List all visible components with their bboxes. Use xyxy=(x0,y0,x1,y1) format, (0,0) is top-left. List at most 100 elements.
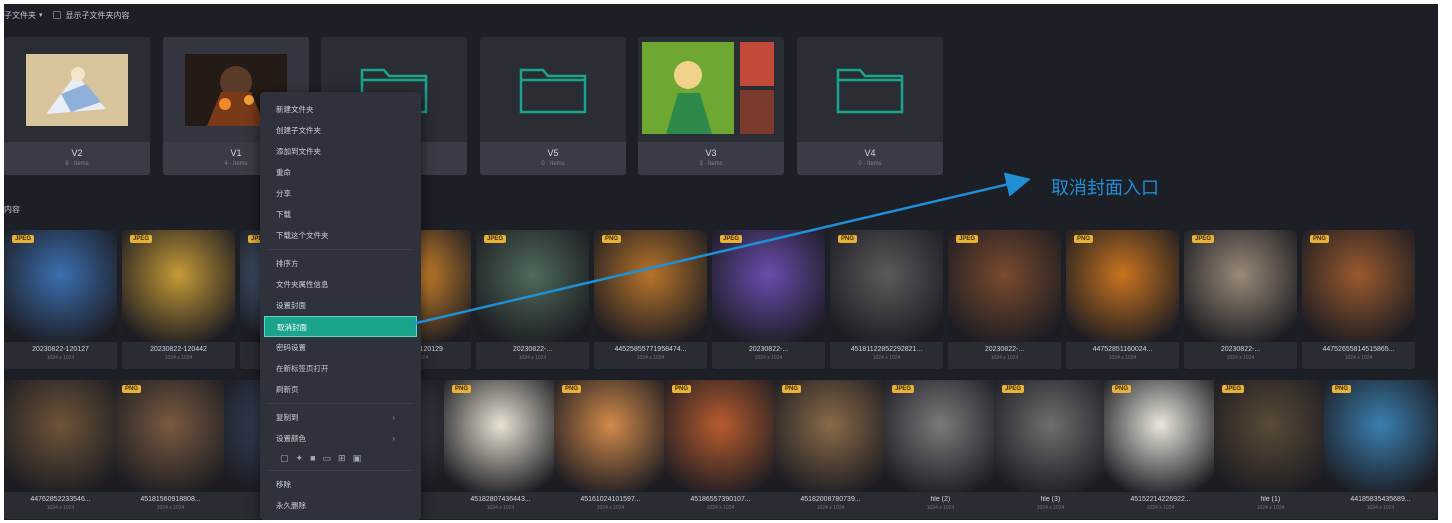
folder-name: V5 xyxy=(547,148,559,158)
image-thumbnail xyxy=(122,230,235,342)
format-badge: PNG xyxy=(562,385,582,393)
menu-item[interactable]: 刷新页 xyxy=(260,379,421,400)
format-badge: PNG xyxy=(122,385,142,393)
image-thumbnail xyxy=(1214,380,1327,492)
menu-item[interactable]: 文件夹属性信息 xyxy=(260,274,421,295)
format-badge: JPEG xyxy=(1192,235,1215,243)
image-dimensions: 1024 x 1024 xyxy=(46,355,75,361)
image-card[interactable]: PNG 44185835435689... 1024 x 1024 xyxy=(1324,380,1437,519)
subfolder-filter-dropdown[interactable]: 子文件夹 ▾ xyxy=(4,10,43,21)
menu-divider xyxy=(268,470,413,471)
image-name: 45186557390107... xyxy=(690,496,751,503)
image-card[interactable]: PNG 45152214226922... 1024 x 1024 xyxy=(1104,380,1217,519)
image-card[interactable]: JPEG 20230822-... 1024 x 1024 xyxy=(712,230,825,369)
image-thumbnail xyxy=(1104,380,1217,492)
image-card[interactable]: JPEG 20230822-... 1024 x 1024 xyxy=(1184,230,1297,369)
menu-item-label: 在新标签页打开 xyxy=(276,364,329,373)
annotation-label: 取消封面入口 xyxy=(1051,178,1159,199)
menu-item[interactable]: 添加到文件夹 xyxy=(260,141,421,162)
menu-item[interactable]: 分享 xyxy=(260,183,421,204)
menu-item-label: 分享 xyxy=(276,189,291,198)
folder-card-v5[interactable]: V5 0 · Items xyxy=(480,37,626,175)
image-card[interactable]: PNG 45182008780739... 1024 x 1024 xyxy=(774,380,887,519)
image-card[interactable]: PNG 45161024101597... 1024 x 1024 xyxy=(554,380,667,519)
folder-name: V4 xyxy=(864,148,876,158)
image-name: 20230822-120442 xyxy=(150,346,207,353)
square-icon[interactable]: ■ xyxy=(310,453,315,463)
menu-item[interactable]: 下载 xyxy=(260,204,421,225)
image-dimensions: 1024 x 1024 xyxy=(486,505,515,511)
folder-icon xyxy=(797,37,943,142)
menu-item[interactable]: 下载这个文件夹 xyxy=(260,225,421,246)
image-card[interactable]: JPEG 20230822-120442 1024 x 1024 xyxy=(122,230,235,369)
image-card[interactable]: JPEG 20230822-... 1024 x 1024 xyxy=(948,230,1061,369)
image-card[interactable]: JPEG file (1) 1024 x 1024 xyxy=(1214,380,1327,519)
image-dimensions: 1024 x 1024 xyxy=(636,355,665,361)
menu-item[interactable]: 移除 xyxy=(260,474,421,495)
menu-item-label: 添加到文件夹 xyxy=(276,147,321,156)
image-card[interactable]: PNG 45181560918808... 1024 x 1024 xyxy=(114,380,227,519)
image-thumbnail xyxy=(4,230,117,342)
image-card[interactable]: PNG 44752655814515865... 1024 x 1024 xyxy=(1302,230,1415,369)
folder-card-v2[interactable]: V2 6 · Items xyxy=(4,37,150,175)
image-name: 44185835435689... xyxy=(1350,496,1411,503)
menu-item-label: 刷新页 xyxy=(276,385,299,394)
menu-item[interactable]: 重命 xyxy=(260,162,421,183)
menu-item[interactable]: 永久删除 xyxy=(260,495,421,516)
checkbox[interactable] xyxy=(52,11,61,19)
show-subfolder-content-label: 显示子文件夹内容 xyxy=(65,10,130,20)
image-name: 20230822-... xyxy=(1220,346,1261,353)
image-name: 44752851160024... xyxy=(1092,346,1153,353)
grid-icon[interactable]: ⊞ xyxy=(338,453,346,464)
format-badge: JPEG xyxy=(484,235,507,243)
image-card[interactable]: PNG 45186557390107... 1024 x 1024 xyxy=(664,380,777,519)
menu-item[interactable]: 在新标签页打开 xyxy=(260,358,421,379)
menu-item-remove-cover[interactable]: 取消封面 xyxy=(264,316,417,337)
image-dimensions: 1024 x 1024 xyxy=(706,505,735,511)
image-dimensions: 1024 x 1024 xyxy=(1226,355,1255,361)
menu-item[interactable]: 设置封面 xyxy=(260,295,421,316)
menu-item[interactable]: 新建文件夹 xyxy=(260,99,421,120)
image-dimensions: 1024 x 1024 xyxy=(1256,505,1285,511)
image-card[interactable]: PNG 44525855771958474... 1024 x 1024 xyxy=(594,230,707,369)
image-card[interactable]: PNG 45181122852292821... 1024 x 1024 xyxy=(830,230,943,369)
image-name: 20230822-... xyxy=(512,346,553,353)
image-card[interactable]: JPEG 20230822-... 1024 x 1024 xyxy=(476,230,589,369)
menu-item[interactable]: 排序方 xyxy=(260,253,421,274)
image-card[interactable]: 44762852233546... 1024 x 1024 xyxy=(4,380,117,519)
image-card[interactable]: JPEG 20230822-120127 1024 x 1024 xyxy=(4,230,117,369)
image-dimensions: 1024 x 1024 xyxy=(926,505,955,511)
image-name: 44752655814515865... xyxy=(1322,346,1395,353)
format-badge: PNG xyxy=(602,235,622,243)
folder-card-v3[interactable]: V3 3 · Items xyxy=(638,37,784,175)
show-subfolder-content-toggle[interactable]: 显示子文件夹内容 xyxy=(52,10,130,21)
menu-item[interactable]: 复制到 › xyxy=(260,407,421,428)
image-thumbnail xyxy=(1324,380,1437,492)
image-thumbnail xyxy=(114,380,227,492)
image-card[interactable]: PNG 44752851160024... 1024 x 1024 xyxy=(1066,230,1179,369)
cover-illustration-icon xyxy=(26,53,128,126)
format-badge: JPEG xyxy=(130,235,153,243)
image-card[interactable]: PNG 45182807436443... 1024 x 1024 xyxy=(444,380,557,519)
twitter-icon[interactable]: ✦ xyxy=(296,453,304,464)
image-icon[interactable]: ▣ xyxy=(353,453,362,464)
image-card[interactable]: JPEG file (2) 1024 x 1024 xyxy=(884,380,997,519)
image-dimensions: 1024 x 1024 xyxy=(46,505,75,511)
rect-icon[interactable]: ▭ xyxy=(323,453,332,464)
menu-item[interactable]: 设置颜色 › xyxy=(260,428,421,449)
menu-item[interactable]: 密码设置 xyxy=(260,337,421,358)
format-badge: PNG xyxy=(1074,235,1094,243)
image-name: 45161024101597... xyxy=(580,496,641,503)
image-name: 44762852233546... xyxy=(30,496,91,503)
menu-item-label: 取消封面 xyxy=(277,323,307,332)
image-dimensions: 1024 x 1024 xyxy=(164,355,193,361)
image-card[interactable]: JPEG file (3) 1024 x 1024 xyxy=(994,380,1107,519)
toolbar: 子文件夹 ▾ 显示子文件夹内容 xyxy=(4,4,1438,26)
folder-card-v4[interactable]: V4 0 · Items xyxy=(797,37,943,175)
menu-item-label: 文件夹属性信息 xyxy=(276,280,329,289)
folder-count: 0 · Items xyxy=(858,161,882,167)
menu-item-label: 重命 xyxy=(276,168,291,177)
image-name: 45182008780739... xyxy=(800,496,861,503)
menu-item[interactable]: 创建子文件夹 xyxy=(260,120,421,141)
folder-icon[interactable]: ▢ xyxy=(280,453,289,464)
